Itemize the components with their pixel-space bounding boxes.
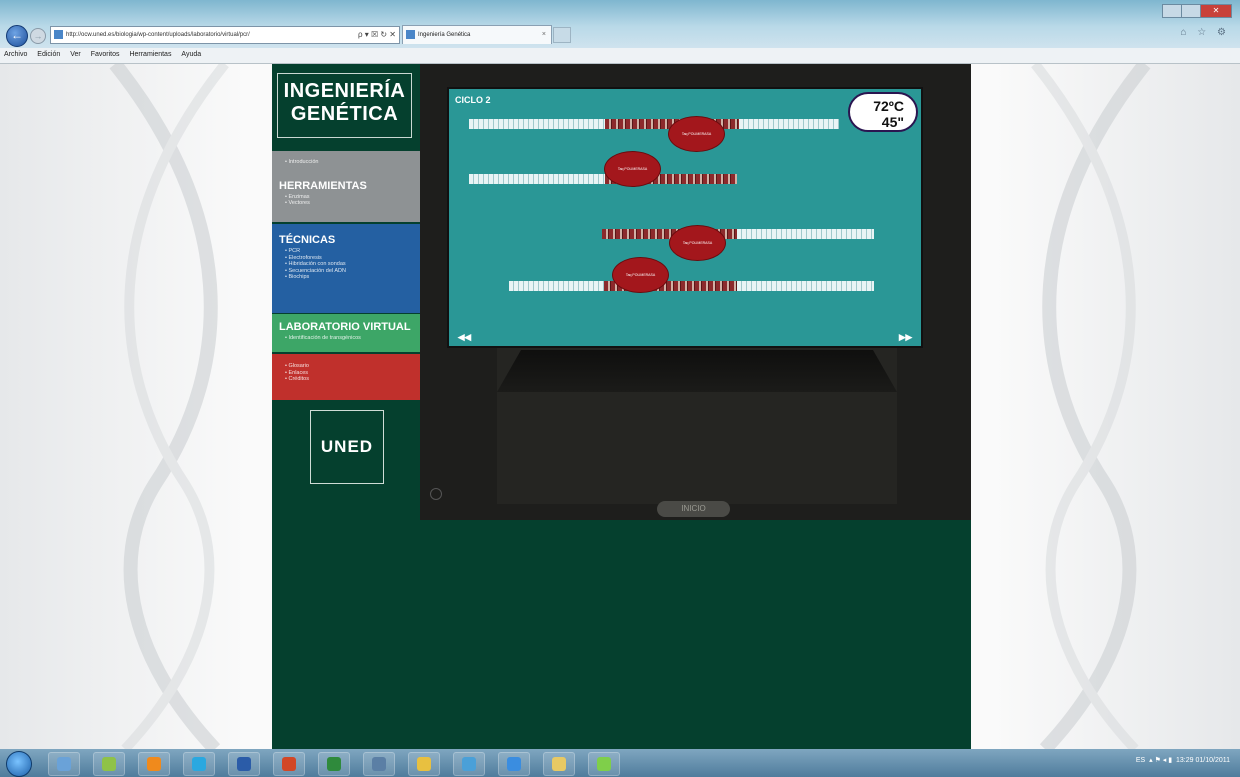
address-text: http://ocw.uned.es/biologia/wp-content/u… <box>66 32 250 38</box>
menu-ver[interactable]: Ver <box>70 51 81 58</box>
user-icon <box>417 757 431 771</box>
uned-logo[interactable]: UNED <box>310 410 384 484</box>
taskbar-word-button[interactable] <box>228 752 260 776</box>
nav-item-identificacion-transgenicos[interactable]: Identificación de transgénicos <box>285 335 420 342</box>
powerpoint-icon <box>282 757 296 771</box>
taq-polymerase: Taq POLIMERASA <box>669 225 726 261</box>
folder-icon <box>552 757 566 771</box>
messenger-icon <box>597 757 611 771</box>
excel-icon <box>327 757 341 771</box>
nav-item-introduccion[interactable]: Introducción <box>285 159 420 166</box>
taskbar-vlc-button[interactable] <box>138 752 170 776</box>
taskbar-tool-button[interactable] <box>363 752 395 776</box>
tool-icon <box>372 757 386 771</box>
taskbar-messenger-button[interactable] <box>588 752 620 776</box>
site-logo[interactable]: INGENIERÍA GENÉTICA <box>277 73 412 138</box>
taq-polymerase: Taq POLIMERASA <box>612 257 669 293</box>
dna-strand-template <box>469 119 605 129</box>
taskbar-folder-button[interactable] <box>543 752 575 776</box>
inicio-button[interactable]: INICIO <box>657 501 730 517</box>
word-icon <box>237 757 251 771</box>
maximize-button[interactable] <box>1181 4 1201 18</box>
tray-date[interactable]: 01/10/2011 <box>1195 757 1230 764</box>
section-tecnicas: TÉCNICAS PCR Electroforesis Hibridación … <box>272 224 420 313</box>
site-navigation: INGENIERÍA GENÉTICA Introducción HERRAMI… <box>272 64 420 749</box>
dna-strand-template <box>509 281 604 291</box>
back-button[interactable]: ← <box>6 25 28 47</box>
android-icon <box>102 757 116 771</box>
window-controls: ✕ <box>1162 4 1232 18</box>
nav-item-biochips[interactable]: Biochips <box>285 274 420 281</box>
section-extra: Glosario Enlaces Créditos <box>272 354 420 400</box>
taskbar-explorer-button[interactable] <box>48 752 80 776</box>
dna-strand-template <box>737 229 874 239</box>
logo-line-2: GENÉTICA <box>290 103 399 125</box>
next-arrow-button[interactable]: ▸▸ <box>899 329 912 345</box>
section-herramientas: Introducción HERRAMIENTAS Enzimas Vector… <box>272 151 420 222</box>
tray-language[interactable]: ES <box>1136 757 1145 764</box>
section-heading-laboratorio[interactable]: LABORATORIO VIRTUAL <box>279 314 420 333</box>
logo-line-1: INGENIERÍA <box>283 80 406 102</box>
windows-taskbar: ES ▴ ⚑ ◂ ▮ 13:29 01/10/2011 <box>0 749 1240 777</box>
time-value: 45" <box>881 114 904 130</box>
dna-strand-template <box>469 174 605 184</box>
tab-ingenieria-genetica[interactable]: Ingeniería Genética × <box>402 25 552 44</box>
taskbar-skype-button[interactable] <box>183 752 215 776</box>
taskbar-internet-explorer-button[interactable] <box>498 752 530 776</box>
dna-strand-template <box>739 119 839 129</box>
screen-stand <box>497 350 897 392</box>
taskbar-powerpoint-button[interactable] <box>273 752 305 776</box>
tab-favicon-icon <box>406 29 415 39</box>
pcr-animation-screen: CICLO 2 72ºC 45" Taq POLIMERASA Taq POLI… <box>447 87 923 348</box>
menu-edicion[interactable]: Edición <box>37 51 60 58</box>
taskbar-excel-button[interactable] <box>318 752 350 776</box>
address-controls[interactable]: ρ ▾ ☒ ↻ ✕ <box>358 27 396 43</box>
address-bar[interactable]: http://ocw.uned.es/biologia/wp-content/u… <box>50 26 400 44</box>
internet-explorer-icon <box>507 757 521 771</box>
taq-polymerase: Taq POLIMERASA <box>668 116 725 152</box>
sound-icon[interactable] <box>430 488 442 500</box>
nav-item-vectores[interactable]: Vectores <box>285 200 420 207</box>
taq-polymerase: Taq POLIMERASA <box>604 151 661 187</box>
forward-button[interactable]: → <box>30 28 46 44</box>
menu-favoritos[interactable]: Favoritos <box>91 51 120 58</box>
browser-toolbar-icons[interactable]: ⌂ ☆ ⚙ <box>1180 27 1230 38</box>
taskbar-user-button[interactable] <box>408 752 440 776</box>
previous-arrow-button[interactable]: ◂◂ <box>458 329 471 345</box>
system-tray[interactable]: ES ▴ ⚑ ◂ ▮ 13:29 01/10/2011 <box>1136 756 1230 764</box>
section-laboratorio-virtual: LABORATORIO VIRTUAL Identificación de tr… <box>272 314 420 352</box>
tab-close-icon[interactable]: × <box>542 26 546 44</box>
section-heading-tecnicas[interactable]: TÉCNICAS <box>279 224 420 246</box>
taskbar-android-button[interactable] <box>93 752 125 776</box>
menu-ayuda[interactable]: Ayuda <box>181 51 201 58</box>
explorer-icon <box>57 757 71 771</box>
globe-icon <box>462 757 476 771</box>
dna-helix-right-decoration <box>1031 64 1151 749</box>
tab-title: Ingeniería Genética <box>418 32 471 38</box>
skype-icon <box>192 757 206 771</box>
tray-time[interactable]: 13:29 <box>1176 757 1194 764</box>
menu-archivo[interactable]: Archivo <box>4 51 27 58</box>
menu-herramientas[interactable]: Herramientas <box>129 51 171 58</box>
dna-helix-left-decoration <box>109 64 229 749</box>
browser-titlebar: ← → http://ocw.uned.es/biologia/wp-conte… <box>0 0 1240 48</box>
cycle-label: CICLO 2 <box>455 95 491 105</box>
menu-bar: Archivo Edición Ver Favoritos Herramient… <box>0 48 1240 64</box>
minimize-button[interactable] <box>1162 4 1182 18</box>
start-button[interactable] <box>6 751 32 777</box>
site-favicon-icon <box>54 29 63 39</box>
close-window-button[interactable]: ✕ <box>1200 4 1232 18</box>
new-tab-button[interactable] <box>553 27 571 43</box>
dna-strand-template <box>737 281 874 291</box>
temperature-timer-badge: 72ºC 45" <box>848 92 918 132</box>
temperature-value: 72ºC <box>873 98 904 114</box>
taskbar-globe-button[interactable] <box>453 752 485 776</box>
nav-item-creditos[interactable]: Créditos <box>285 376 420 383</box>
section-heading-herramientas[interactable]: HERRAMIENTAS <box>279 180 420 192</box>
vlc-icon <box>147 757 161 771</box>
